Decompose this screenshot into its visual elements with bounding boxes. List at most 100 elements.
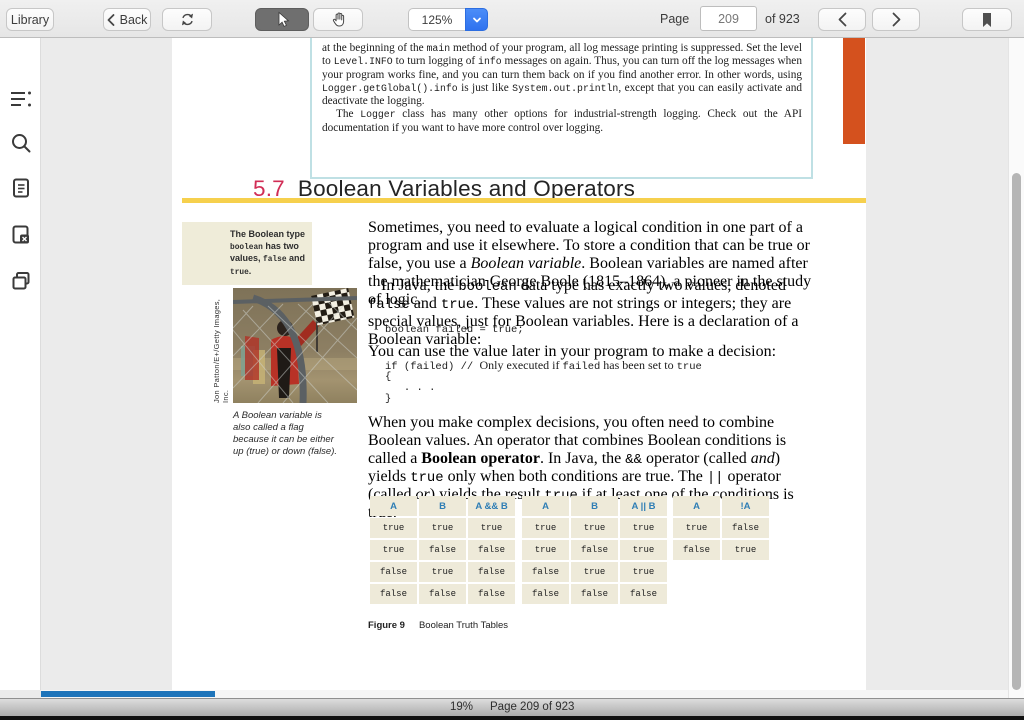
table-cell: true xyxy=(620,562,667,582)
table-cell: true xyxy=(370,518,417,538)
table-cell: true xyxy=(571,562,618,582)
table-cell: false xyxy=(571,540,618,560)
table-cell: true xyxy=(571,518,618,538)
table-cell: false xyxy=(571,584,618,604)
logging-paragraph-1: at the beginning of the main method of y… xyxy=(322,42,802,108)
bookmark-button[interactable] xyxy=(962,8,1012,31)
truth-table-or: A B A || B true true true true false tru… xyxy=(522,496,667,604)
figure-caption-text: Boolean Truth Tables xyxy=(419,620,508,631)
sidebar-item-flashcards[interactable] xyxy=(5,265,37,297)
code-ellipsis: . . . xyxy=(385,383,435,395)
truth-table-not: A !A true false false true xyxy=(673,496,769,560)
prev-page-button[interactable] xyxy=(818,8,866,31)
table-header-cell: B xyxy=(571,496,618,516)
figure-caption: Figure 9Boolean Truth Tables xyxy=(368,620,508,631)
photo-credit: Jon Patton/E+/Getty Images, Inc. xyxy=(214,288,228,403)
chevron-left-icon xyxy=(107,14,115,26)
chapter-edge-marker xyxy=(843,38,865,144)
refresh-button[interactable] xyxy=(162,8,212,31)
table-cell: false xyxy=(370,562,417,582)
table-header-cell: A xyxy=(673,496,720,516)
table-cell: false xyxy=(522,584,569,604)
code-if-line: if (failed) // Only executed if failed h… xyxy=(385,360,702,374)
book-page: at the beginning of the main method of y… xyxy=(172,38,866,690)
workbook-x-icon xyxy=(10,224,32,246)
table-cell: false xyxy=(468,584,515,604)
vertical-scrollbar[interactable] xyxy=(1008,38,1024,698)
code-declaration: boolean failed = true; xyxy=(385,325,524,337)
library-button-label: Library xyxy=(11,13,49,27)
table-of-contents-icon xyxy=(9,88,33,110)
truth-table-and: A B A && B true true true true false fal… xyxy=(370,496,515,604)
table-cell: true xyxy=(522,518,569,538)
table-cell: true xyxy=(419,518,466,538)
hand-tool-button[interactable] xyxy=(313,8,363,31)
sidebar-item-workbook[interactable] xyxy=(5,219,37,251)
bottom-edge-bar xyxy=(0,716,1024,720)
logging-note-box: at the beginning of the main method of y… xyxy=(310,38,813,179)
cursor-arrow-icon xyxy=(274,11,290,28)
page-label: Page xyxy=(660,0,689,38)
toolbar: Library Back 125% xyxy=(0,0,1024,38)
sidebar xyxy=(0,38,41,690)
table-header-cell: B xyxy=(419,496,466,516)
table-cell: false xyxy=(620,584,667,604)
table-cell: true xyxy=(370,540,417,560)
paragraph-use-value: You can use the value later in your prog… xyxy=(368,343,813,361)
sidebar-item-contents[interactable] xyxy=(5,83,37,115)
table-cell: false xyxy=(722,518,769,538)
chevron-left-icon xyxy=(837,12,848,27)
document-viewport[interactable]: at the beginning of the main method of y… xyxy=(41,38,1008,690)
next-page-button[interactable] xyxy=(872,8,920,31)
photo-caption: A Boolean variable is also called a flag… xyxy=(233,410,339,458)
horizontal-scrollbar[interactable] xyxy=(41,690,1008,698)
table-cell: false xyxy=(370,584,417,604)
horizontal-scrollbar-thumb[interactable] xyxy=(41,691,215,697)
table-cell: false xyxy=(522,562,569,582)
sidebar-item-notebook[interactable] xyxy=(5,172,37,204)
library-button[interactable]: Library xyxy=(6,8,54,31)
table-header-cell: A && B xyxy=(468,496,515,516)
notebook-icon xyxy=(10,177,32,199)
margin-note: The Boolean type boolean has two values,… xyxy=(182,222,312,285)
table-cell: true xyxy=(620,518,667,538)
table-cell: true xyxy=(722,540,769,560)
table-cell: true xyxy=(419,562,466,582)
page-total-label: of 923 xyxy=(765,0,800,38)
table-cell: false xyxy=(468,540,515,560)
zoom-dropdown-button[interactable] xyxy=(465,8,488,31)
status-page-info: Page 209 of 923 xyxy=(490,701,574,713)
back-button[interactable]: Back xyxy=(103,8,151,31)
refresh-icon xyxy=(180,12,195,27)
status-bar: 19% Page 209 of 923 xyxy=(0,698,1024,716)
table-cell: false xyxy=(468,562,515,582)
table-header-cell: A xyxy=(522,496,569,516)
checkered-flag-photo xyxy=(233,288,357,403)
section-divider-rule xyxy=(182,198,866,203)
sidebar-item-search[interactable] xyxy=(5,127,37,159)
page-number-input[interactable] xyxy=(700,6,757,31)
paragraph-boolean-type: In Java, the boolean data type has exact… xyxy=(368,277,813,349)
chevron-right-icon xyxy=(891,12,902,27)
table-cell: false xyxy=(419,540,466,560)
table-cell: false xyxy=(419,584,466,604)
table-cell: true xyxy=(522,540,569,560)
flashcards-icon xyxy=(10,270,32,292)
bookmark-icon xyxy=(980,12,994,28)
hand-icon xyxy=(330,11,347,28)
vertical-scrollbar-thumb[interactable] xyxy=(1012,173,1021,690)
zoom-level-value: 125% xyxy=(408,8,465,31)
pointer-tool-button[interactable] xyxy=(255,8,309,31)
search-icon xyxy=(10,132,32,154)
table-header-cell: A xyxy=(370,496,417,516)
table-header-cell: !A xyxy=(722,496,769,516)
logging-paragraph-2: The Logger class has many other options … xyxy=(322,108,802,135)
table-cell: false xyxy=(673,540,720,560)
table-header-cell: A || B xyxy=(620,496,667,516)
code-brace-close: } xyxy=(385,394,391,406)
table-cell: true xyxy=(468,518,515,538)
table-cell: true xyxy=(620,540,667,560)
table-cell: true xyxy=(673,518,720,538)
progress-percent: 19% xyxy=(450,701,473,713)
zoom-level-control[interactable]: 125% xyxy=(408,8,488,31)
